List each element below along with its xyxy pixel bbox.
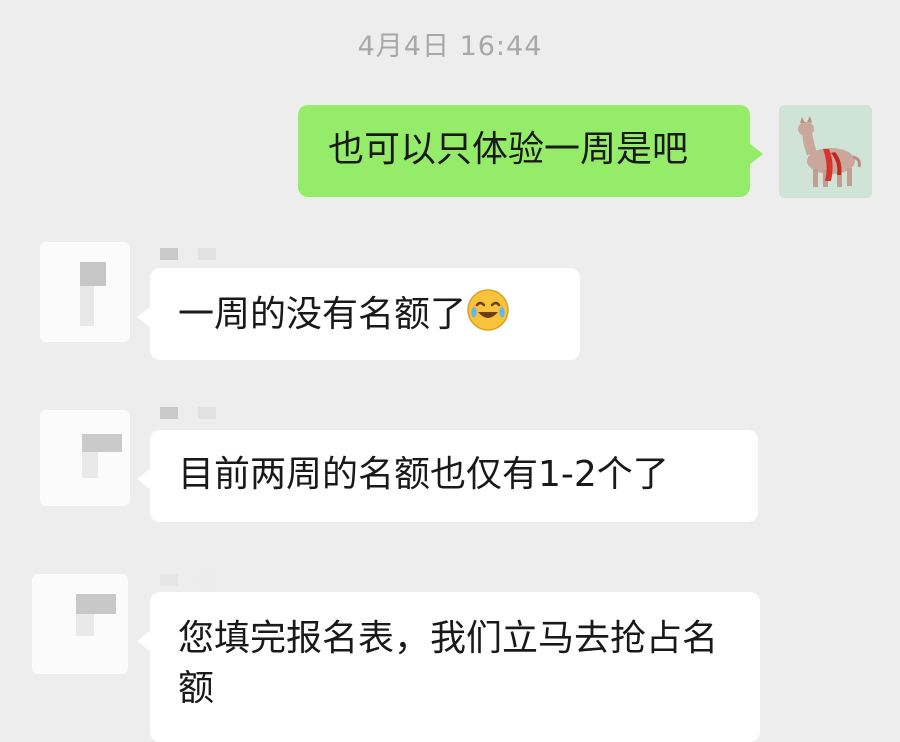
message-text: 一周的没有名额了 bbox=[178, 294, 467, 335]
llama-avatar-image bbox=[779, 105, 872, 198]
contact-avatar[interactable] bbox=[32, 574, 128, 674]
message-bubble-incoming[interactable]: 目前两周的名额也仅有1-2个了 bbox=[137, 430, 758, 522]
self-avatar[interactable] bbox=[779, 105, 872, 198]
bubble-tail bbox=[137, 630, 151, 652]
message-text: 您填完报名表，我们立马去抢占名额 bbox=[178, 618, 719, 709]
contact-name-blurred bbox=[160, 407, 235, 419]
message-bubble-outgoing[interactable]: 也可以只体验一周是吧 bbox=[298, 105, 763, 197]
contact-name-blurred bbox=[160, 574, 235, 586]
bubble-tail bbox=[137, 306, 151, 328]
message-bubble-incoming[interactable]: 一周的没有名额了 bbox=[137, 268, 580, 360]
message-text: 也可以只体验一周是吧 bbox=[328, 129, 689, 170]
bubble-tail bbox=[137, 468, 151, 490]
message-bubble-incoming[interactable]: 您填完报名表，我们立马去抢占名额 bbox=[137, 592, 760, 742]
message-timestamp: 4月4日 16:44 bbox=[357, 31, 543, 62]
message-text: 目前两周的名额也仅有1-2个了 bbox=[178, 454, 669, 495]
crying-laughing-emoji-icon bbox=[467, 289, 509, 331]
bubble-tail bbox=[749, 143, 763, 165]
contact-name-blurred bbox=[160, 248, 235, 260]
contact-avatar[interactable] bbox=[40, 242, 130, 342]
contact-avatar[interactable] bbox=[40, 410, 130, 506]
